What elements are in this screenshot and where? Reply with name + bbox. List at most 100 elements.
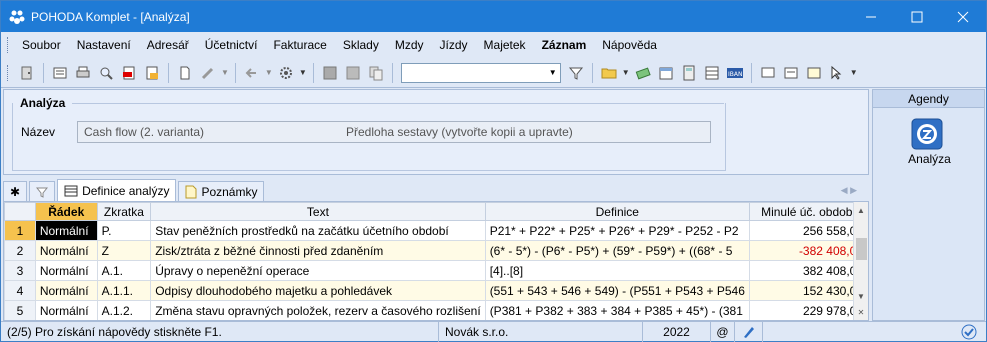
- form-button[interactable]: [781, 63, 801, 83]
- table-row[interactable]: 3 Normální A.1. Úpravy o nepeněžní opera…: [4, 260, 868, 281]
- quick-search-combo[interactable]: ▼: [400, 62, 561, 83]
- cell-radek[interactable]: Normální: [34, 240, 98, 261]
- menu-grip[interactable]: [7, 37, 10, 53]
- tab-star[interactable]: ✱: [3, 181, 28, 201]
- toolbar-grip[interactable]: [7, 64, 10, 81]
- nazev-field[interactable]: Cash flow (2. varianta) Předloha sestavy…: [77, 121, 711, 143]
- cell-definice[interactable]: (551 + 543 + 546 + 549) - (P551 + P543 +…: [484, 280, 750, 301]
- close-button[interactable]: [940, 1, 986, 32]
- cell-definice[interactable]: (P381 + P382 + 383 + 384 + P385 + 45*) -…: [484, 300, 750, 320]
- column-header-zkratka[interactable]: Zkratka: [96, 202, 152, 221]
- record-list-button[interactable]: [50, 63, 70, 83]
- cell-minule[interactable]: 382 408,00: [748, 260, 868, 281]
- cell-zkratka[interactable]: P.: [96, 220, 152, 241]
- edit-button[interactable]: [198, 63, 218, 83]
- menu-adresar[interactable]: Adresář: [139, 38, 197, 52]
- menu-mzdy[interactable]: Mzdy: [387, 38, 432, 52]
- cell-radek[interactable]: Normální: [34, 220, 98, 241]
- filter-button[interactable]: [566, 63, 586, 83]
- row-number[interactable]: 1: [4, 220, 36, 241]
- column-header-definice[interactable]: Definice: [484, 202, 750, 221]
- scroll-thumb[interactable]: [856, 238, 867, 260]
- status-bar: (2/5) Pro získání nápovědy stiskněte F1.…: [1, 321, 986, 342]
- calculator-icon: [683, 65, 695, 80]
- cell-text[interactable]: Změna stavu opravných položek, rezerv a …: [150, 300, 486, 320]
- agenda-switch-button[interactable]: [17, 63, 37, 83]
- folder-button[interactable]: [599, 63, 619, 83]
- print-button[interactable]: [73, 63, 93, 83]
- table-row[interactable]: 1 Normální P. Stav peněžních prostředků …: [4, 220, 868, 241]
- copy-button[interactable]: [366, 63, 386, 83]
- table-row[interactable]: 2 Normální Z Zisk/ztráta z běžné činnost…: [4, 240, 868, 261]
- cancel-edit-button[interactable]: [343, 63, 363, 83]
- message-button[interactable]: [758, 63, 778, 83]
- back-button[interactable]: [242, 63, 262, 83]
- tab-scroll-arrows[interactable]: ◀ ▶: [841, 185, 869, 196]
- minimize-button[interactable]: [848, 1, 894, 32]
- menu-jizdy[interactable]: Jízdy: [432, 38, 476, 52]
- menu-nastaveni[interactable]: Nastavení: [69, 38, 139, 52]
- agendy-item-label[interactable]: Analýza: [873, 152, 986, 166]
- liquidation-button[interactable]: [633, 63, 653, 83]
- expand-icon[interactable]: ✕: [854, 304, 868, 320]
- calendar-button[interactable]: [656, 63, 676, 83]
- cell-definice[interactable]: (6* - 5*) - (P6* - P5*) + (59* - P59*) +…: [484, 240, 750, 261]
- pdf-button[interactable]: [119, 63, 139, 83]
- cell-text[interactable]: Zisk/ztráta z běžné činnosti před zdaněn…: [150, 240, 486, 261]
- column-header-radek[interactable]: Řádek: [34, 202, 98, 221]
- cell-radek[interactable]: Normální: [34, 300, 98, 320]
- column-header-minule[interactable]: Minulé úč. období: [748, 202, 868, 221]
- cell-zkratka[interactable]: A.1.2.: [96, 300, 152, 320]
- cell-zkratka[interactable]: A.1.1.: [96, 280, 152, 301]
- menu-sklady[interactable]: Sklady: [335, 38, 387, 52]
- cell-minule[interactable]: 256 558,08: [748, 220, 868, 241]
- cell-text[interactable]: Stav peněžních prostředků na začátku úče…: [150, 220, 486, 241]
- cell-minule[interactable]: 229 978,00: [748, 300, 868, 320]
- cell-radek[interactable]: Normální: [34, 280, 98, 301]
- settings-button[interactable]: [276, 63, 296, 83]
- cell-definice[interactable]: P21* + P22* + P25* + P26* + P29* - P252 …: [484, 220, 750, 241]
- row-number[interactable]: 4: [4, 280, 36, 301]
- menu-ucetnictvi[interactable]: Účetnictví: [197, 38, 266, 52]
- menu-majetek[interactable]: Majetek: [476, 38, 534, 52]
- maximize-button[interactable]: [894, 1, 940, 32]
- column-header-text[interactable]: Text: [150, 202, 486, 221]
- cell-zkratka[interactable]: A.1.: [96, 260, 152, 281]
- tab-poznamky[interactable]: Poznámky: [178, 181, 265, 201]
- cell-definice[interactable]: [4]..[8]: [484, 260, 750, 281]
- preview-button[interactable]: [96, 63, 116, 83]
- menu-soubor[interactable]: Soubor: [14, 38, 69, 52]
- scroll-up-icon[interactable]: ▲: [854, 202, 868, 218]
- iban-button[interactable]: IBAN: [725, 63, 745, 83]
- cell-text[interactable]: Odpisy dlouhodobého majetku a pohledávek: [150, 280, 486, 301]
- cell-radek[interactable]: Normální: [34, 260, 98, 281]
- menu-fakturace[interactable]: Fakturace: [265, 38, 334, 52]
- pencil-check-icon: [743, 326, 754, 338]
- calculator-button[interactable]: [679, 63, 699, 83]
- cell-minule[interactable]: -382 408,00: [748, 240, 868, 261]
- analysis-agenda-icon[interactable]: [911, 118, 943, 150]
- row-number[interactable]: 5: [4, 300, 36, 320]
- table-button[interactable]: [702, 63, 722, 83]
- tab-definice-analyzy[interactable]: Definice analýzy: [57, 179, 177, 201]
- cell-minule[interactable]: 152 430,00: [748, 280, 868, 301]
- status-ok-indicator[interactable]: [957, 324, 981, 340]
- row-number[interactable]: 2: [4, 240, 36, 261]
- save-button[interactable]: [320, 63, 340, 83]
- export-button[interactable]: [142, 63, 162, 83]
- row-number[interactable]: 3: [4, 260, 36, 281]
- cell-zkratka[interactable]: Z: [96, 240, 152, 261]
- cell-text[interactable]: Úpravy o nepeněžní operace: [150, 260, 486, 281]
- menu-napoveda[interactable]: Nápověda: [594, 38, 665, 52]
- vertical-scrollbar[interactable]: ▲ ▼ ✕: [853, 202, 868, 320]
- menu-zaznam[interactable]: Záznam: [534, 38, 595, 52]
- note-button[interactable]: [804, 63, 824, 83]
- help-button[interactable]: [827, 63, 847, 83]
- accounting-year[interactable]: 2022: [643, 321, 711, 342]
- scroll-bottom-icon[interactable]: ▼: [854, 288, 868, 304]
- table-row[interactable]: 5 Normální A.1.2. Změna stavu opravných …: [4, 300, 868, 320]
- table-row[interactable]: 4 Normální A.1.1. Odpisy dlouhodobého ma…: [4, 280, 868, 301]
- money-icon: [635, 66, 651, 79]
- tab-filter[interactable]: [29, 181, 56, 201]
- new-record-button[interactable]: [175, 63, 195, 83]
